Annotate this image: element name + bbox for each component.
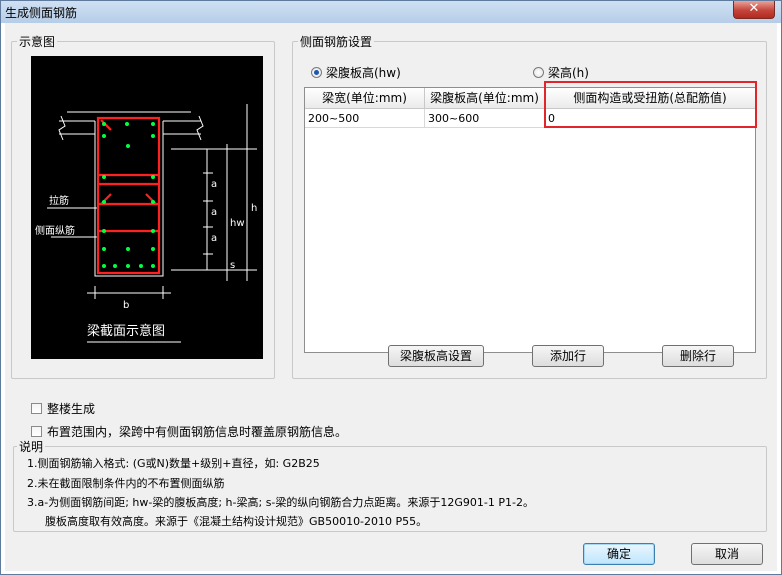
web-height-settings-button[interactable]: 梁腹板高设置: [388, 345, 484, 367]
radio-beam-height-label: 梁高(h): [548, 66, 589, 80]
radio-web-height[interactable]: 梁腹板高(hw): [311, 64, 401, 81]
table-cell-beam-width[interactable]: 200~500: [305, 109, 425, 128]
side-bar-label: 侧面纵筋: [35, 224, 75, 237]
h-label: h: [251, 203, 257, 214]
col-header-beam-width[interactable]: 梁宽(单位:mm): [305, 88, 425, 108]
whole-building-option[interactable]: 整楼生成: [31, 400, 95, 417]
settings-group-label: 侧面钢筋设置: [298, 33, 375, 50]
overwrite-option[interactable]: 布置范围内，梁跨中有侧面钢筋信息时覆盖原钢筋信息。: [31, 423, 347, 440]
radio-web-height-label: 梁腹板高(hw): [326, 66, 401, 80]
b-label: b: [123, 300, 129, 311]
delete-row-button[interactable]: 删除行: [662, 345, 734, 367]
a1-label: a: [211, 179, 217, 190]
close-button[interactable]: ✕: [733, 1, 775, 19]
diagram-caption: 梁截面示意图: [87, 323, 165, 339]
radio-beam-height-dot[interactable]: [533, 67, 544, 78]
whole-building-checkbox[interactable]: [31, 403, 42, 414]
col-header-web-height[interactable]: 梁腹板高(单位:mm): [425, 88, 545, 108]
note-line-1: 1.侧面钢筋输入格式: (G或N)数量+级别+直径，如: G2B25: [27, 457, 320, 470]
dialog-client: 示意图 拉筋 侧面纵筋 b a a a s hw h 梁截面示意图 侧面钢筋设置…: [5, 23, 777, 571]
table-cell-web-height[interactable]: 300~600: [425, 109, 545, 128]
highlight-box: [544, 81, 757, 128]
note-line-4: 腹板高度取有效高度。来源于《混凝土结构设计规范》GB50010-2010 P55…: [45, 515, 428, 528]
radio-web-height-dot[interactable]: [311, 67, 322, 78]
whole-building-label: 整楼生成: [47, 402, 96, 416]
dialog-window: 生成侧面钢筋 ✕ 示意图 拉筋 侧面纵筋 b a a a s hw h 梁截面示…: [0, 0, 782, 575]
note-line-2: 2.未在截面限制条件内的不布置侧面纵筋: [27, 477, 225, 490]
diagram-group-label: 示意图: [17, 33, 58, 50]
title-bar[interactable]: 生成侧面钢筋 ✕: [1, 1, 781, 23]
add-row-button[interactable]: 添加行: [532, 345, 604, 367]
ok-button[interactable]: 确定: [583, 543, 655, 565]
tie-label: 拉筋: [49, 194, 69, 207]
beam-section-diagram: 拉筋 侧面纵筋 b a a a s hw h 梁截面示意图: [31, 56, 263, 359]
notes-title: 说明: [17, 438, 46, 455]
window-title: 生成侧面钢筋: [5, 6, 78, 20]
overwrite-checkbox[interactable]: [31, 426, 42, 437]
a2-label: a: [211, 207, 217, 218]
hw-label: hw: [230, 218, 245, 229]
note-line-3: 3.a-为侧面钢筋间距; hw-梁的腹板高度; h-梁高; s-梁的纵向钢筋合力…: [27, 496, 534, 509]
overwrite-label: 布置范围内，梁跨中有侧面钢筋信息时覆盖原钢筋信息。: [47, 425, 348, 439]
cancel-button[interactable]: 取消: [691, 543, 763, 565]
radio-beam-height[interactable]: 梁高(h): [533, 64, 589, 81]
s-label: s: [230, 260, 235, 271]
a3-label: a: [211, 233, 217, 244]
beam-section-drawing: 拉筋 侧面纵筋 b a a a s hw h 梁截面示意图: [35, 104, 257, 343]
